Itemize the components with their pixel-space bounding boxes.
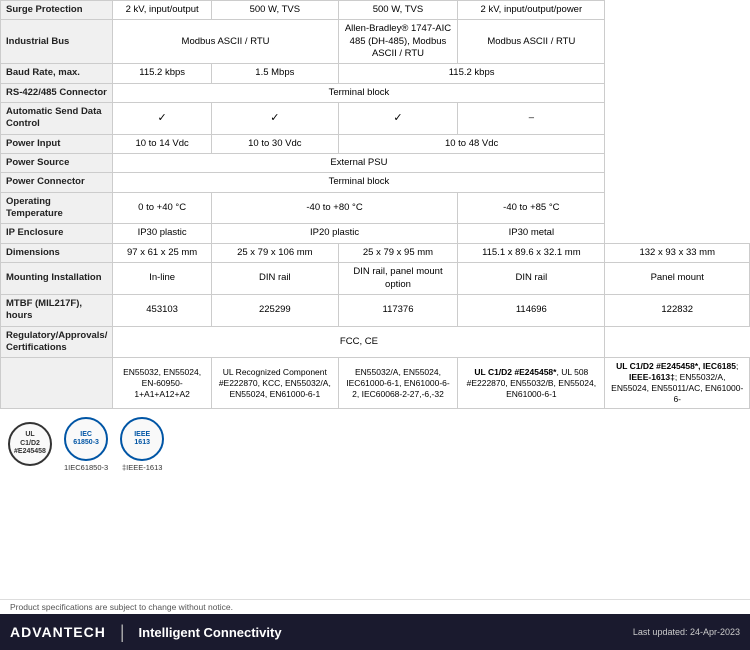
last-updated: Last updated: 24-Apr-2023 [633, 627, 740, 637]
cert-logo-ul: ULC1/D2#E245458 [8, 422, 52, 468]
cell: Modbus ASCII / RTU [113, 20, 338, 64]
footer-note: Product specifications are subject to ch… [0, 599, 750, 614]
cert-label: 1IEC61850-3 [64, 463, 108, 472]
cell: Terminal block [113, 173, 605, 192]
brand-divider: | [120, 622, 125, 643]
table-row: EN55032, EN55024, EN-60950-1+A1+A12+A2 U… [1, 358, 750, 409]
table-row: Industrial Bus Modbus ASCII / RTU Allen-… [1, 20, 750, 64]
cell: -40 to +85 °C [458, 192, 605, 224]
cell: ✓ [338, 103, 457, 135]
row-label: Power Source [1, 154, 113, 173]
cell: 115.1 x 89.6 x 32.1 mm [458, 243, 605, 262]
cell: UL C1/D2 #E245458*, UL 508 #E222870, EN5… [458, 358, 605, 409]
cell: 1.5 Mbps [211, 64, 338, 83]
cell: Panel mount [605, 263, 750, 295]
row-label: Power Connector [1, 173, 113, 192]
row-label: Surge Protection [1, 1, 113, 20]
cell: 25 x 79 x 95 mm [338, 243, 457, 262]
cell: 97 x 61 x 25 mm [113, 243, 212, 262]
row-label: IP Enclosure [1, 224, 113, 243]
cell: 25 x 79 x 106 mm [211, 243, 338, 262]
cert-label: ‡IEEE-1613 [122, 463, 162, 472]
row-label: Operating Temperature [1, 192, 113, 224]
row-label [1, 358, 113, 409]
row-label: MTBF (MIL217F), hours [1, 294, 113, 326]
brand-area: ADVANTECH | Intelligent Connectivity [10, 622, 282, 643]
cell: Modbus ASCII / RTU [458, 20, 605, 64]
table-row: Operating Temperature 0 to +40 °C -40 to… [1, 192, 750, 224]
cell: 10 to 14 Vdc [113, 134, 212, 153]
logo-bar: ADVANTECH | Intelligent Connectivity Las… [0, 614, 750, 650]
cell: ✓ [113, 103, 212, 135]
cell: – [458, 103, 605, 135]
cell: 122832 [605, 294, 750, 326]
brand-tagline: Intelligent Connectivity [139, 625, 282, 640]
cert-logo-ieee: IEEE1613 ‡IEEE-1613 [120, 417, 164, 472]
cert-logo-iec: IEC61850-3 1IEC61850-3 [64, 417, 108, 472]
cell: 2 kV, input/output [113, 1, 212, 20]
cell: 500 W, TVS [211, 1, 338, 20]
row-label: Automatic Send Data Control [1, 103, 113, 135]
table-row: Mounting Installation In-line DIN rail D… [1, 263, 750, 295]
cell: UL C1/D2 #E245458*, IEC6185; IEEE-1613‡;… [605, 358, 750, 409]
ul-cert-icon: ULC1/D2#E245458 [8, 422, 52, 466]
disclaimer-text: Product specifications are subject to ch… [10, 602, 233, 612]
row-label: RS-422/485 Connector [1, 83, 113, 102]
row-label: Baud Rate, max. [1, 64, 113, 83]
cell: 0 to +40 °C [113, 192, 212, 224]
main-content: Surge Protection 2 kV, input/output 500 … [0, 0, 750, 476]
cell: In-line [113, 263, 212, 295]
cell: DIN rail, panel mount option [338, 263, 457, 295]
cell: 132 x 93 x 33 mm [605, 243, 750, 262]
cert-logos-area: ULC1/D2#E245458 IEC61850-3 1IEC61850-3 I… [0, 409, 750, 476]
iec-cert-icon: IEC61850-3 [64, 417, 108, 461]
cell: 117376 [338, 294, 457, 326]
row-label: Industrial Bus [1, 20, 113, 64]
cell: IP30 metal [458, 224, 605, 243]
ieee-cert-icon: IEEE1613 [120, 417, 164, 461]
cell: 115.2 kbps [113, 64, 212, 83]
cell: 10 to 30 Vdc [211, 134, 338, 153]
table-row: Power Connector Terminal block [1, 173, 750, 192]
specs-table: Surge Protection 2 kV, input/output 500 … [0, 0, 750, 409]
cell: Terminal block [113, 83, 605, 102]
cell: DIN rail [458, 263, 605, 295]
table-row: Dimensions 97 x 61 x 25 mm 25 x 79 x 106… [1, 243, 750, 262]
cell: 10 to 48 Vdc [338, 134, 605, 153]
row-label: Dimensions [1, 243, 113, 262]
cell: DIN rail [211, 263, 338, 295]
row-label: Regulatory/Approvals/ Certifications [1, 326, 113, 358]
table-row: IP Enclosure IP30 plastic IP20 plastic I… [1, 224, 750, 243]
cell: Allen-Bradley® 1747-AIC 485 (DH-485), Mo… [338, 20, 457, 64]
row-label: Mounting Installation [1, 263, 113, 295]
table-row: Automatic Send Data Control ✓ ✓ ✓ – [1, 103, 750, 135]
table-row: Baud Rate, max. 115.2 kbps 1.5 Mbps 115.… [1, 64, 750, 83]
cell: 115.2 kbps [338, 64, 605, 83]
cell: EN55032, EN55024, EN-60950-1+A1+A12+A2 [113, 358, 212, 409]
cell: 2 kV, input/output/power [458, 1, 605, 20]
cell: ✓ [211, 103, 338, 135]
cell: 500 W, TVS [338, 1, 457, 20]
table-row: RS-422/485 Connector Terminal block [1, 83, 750, 102]
cell: 225299 [211, 294, 338, 326]
brand-name: ADVANTECH [10, 624, 106, 640]
table-row: MTBF (MIL217F), hours 453103 225299 1173… [1, 294, 750, 326]
table-row: Surge Protection 2 kV, input/output 500 … [1, 1, 750, 20]
row-label: Power Input [1, 134, 113, 153]
cell: 453103 [113, 294, 212, 326]
table-row: Power Source External PSU [1, 154, 750, 173]
cell: 114696 [458, 294, 605, 326]
cell: External PSU [113, 154, 605, 173]
table-row: Regulatory/Approvals/ Certifications FCC… [1, 326, 750, 358]
cell: FCC, CE [113, 326, 605, 358]
cell: UL Recognized Component #E222870, KCC, E… [211, 358, 338, 409]
cell: IP30 plastic [113, 224, 212, 243]
cell: IP20 plastic [211, 224, 457, 243]
cell: EN55032/A, EN55024, IEC61000-6-1, EN6100… [338, 358, 457, 409]
table-row: Power Input 10 to 14 Vdc 10 to 30 Vdc 10… [1, 134, 750, 153]
cell: -40 to +80 °C [211, 192, 457, 224]
